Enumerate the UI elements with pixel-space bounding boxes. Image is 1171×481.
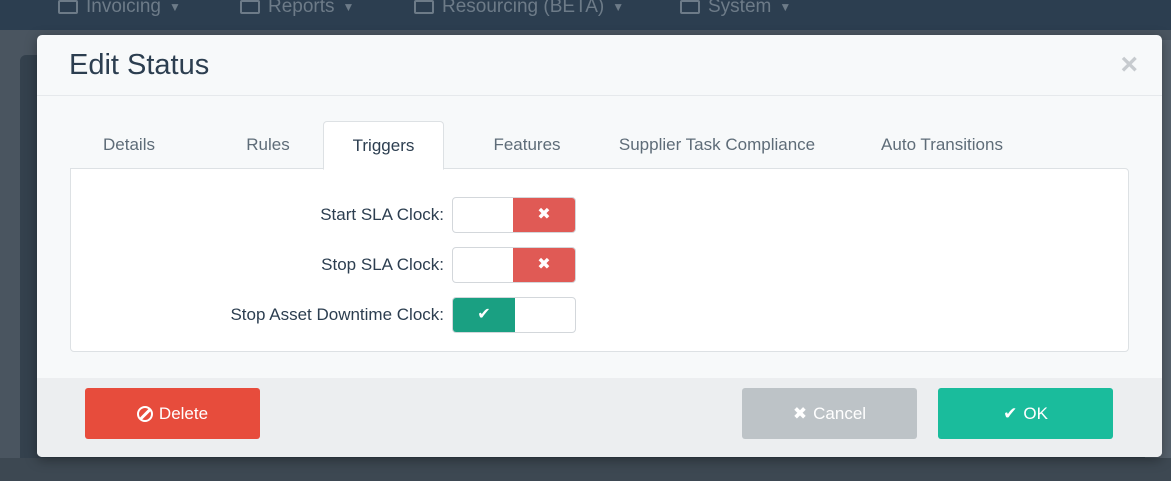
tab-triggers[interactable]: Triggers [323, 121, 444, 170]
stop-asset-downtime-clock-toggle[interactable]: ✔ [452, 297, 576, 333]
delete-button-label: Delete [158, 403, 209, 423]
stop-asset-downtime-clock-label: Stop Asset Downtime Clock: [230, 305, 444, 324]
nav-invoicing-label: Invoicing [86, 0, 161, 17]
trigger-row-start-sla: Start SLA Clock: ✖ [71, 197, 1128, 233]
nav-invoicing[interactable]: Invoicing ▼ [58, 0, 181, 18]
caret-down-icon: ▼ [779, 0, 792, 14]
triggers-panel: Start SLA Clock: ✖ Stop SLA Clock: ✖ Sto… [70, 168, 1129, 352]
stop-sla-clock-label: Stop SLA Clock: [321, 255, 444, 274]
nav-reports-label: Reports [268, 0, 335, 17]
invoice-icon [58, 0, 78, 14]
tab-features[interactable]: Features [457, 121, 597, 170]
tab-bar: Details Rules Triggers Features Supplier… [70, 121, 1130, 170]
x-icon: ✖ [792, 403, 808, 423]
ban-icon [136, 405, 153, 422]
top-navigation: Invoicing ▼ Reports ▼ Resourcing (BETA) … [0, 0, 1171, 30]
caret-down-icon: ▼ [612, 0, 625, 14]
tab-rules[interactable]: Rules [218, 121, 318, 170]
nav-system-label: System [708, 0, 772, 17]
nav-resourcing-label: Resourcing (BETA) [442, 0, 605, 17]
trigger-row-stop-sla: Stop SLA Clock: ✖ [71, 247, 1128, 283]
close-icon[interactable]: × [1120, 49, 1138, 81]
cancel-button-label: Cancel [813, 403, 867, 423]
tab-supplier-task-compliance[interactable]: Supplier Task Compliance [597, 121, 837, 170]
start-sla-clock-label: Start SLA Clock: [320, 205, 444, 224]
edit-status-modal: Edit Status × Details Rules Triggers Fea… [37, 35, 1162, 457]
ok-button[interactable]: ✔ OK [938, 388, 1113, 439]
nav-reports[interactable]: Reports ▼ [240, 0, 354, 18]
check-icon: ✔ [1003, 403, 1018, 423]
x-icon: ✖ [513, 198, 575, 232]
cancel-button[interactable]: ✖ Cancel [742, 388, 917, 439]
nav-resourcing[interactable]: Resourcing (BETA) ▼ [414, 0, 624, 18]
tab-details[interactable]: Details [70, 121, 188, 170]
monitor-icon [680, 0, 700, 14]
caret-down-icon: ▼ [169, 0, 181, 14]
ok-button-label: OK [1023, 403, 1048, 423]
caret-down-icon: ▼ [342, 0, 355, 14]
modal-footer: Delete ✖ Cancel ✔ OK [37, 378, 1162, 457]
delete-button[interactable]: Delete [85, 388, 260, 439]
modal-title: Edit Status [69, 49, 210, 81]
nav-system[interactable]: System ▼ [680, 0, 791, 18]
modal-header: Edit Status × [37, 35, 1162, 96]
wrench-icon [414, 0, 434, 14]
tab-auto-transitions[interactable]: Auto Transitions [857, 121, 1027, 170]
trigger-row-stop-asset-downtime: Stop Asset Downtime Clock: ✔ [71, 297, 1128, 333]
check-icon: ✔ [453, 298, 515, 332]
stop-sla-clock-toggle[interactable]: ✖ [452, 247, 576, 283]
chart-icon [240, 0, 260, 14]
start-sla-clock-toggle[interactable]: ✖ [452, 197, 576, 233]
x-icon: ✖ [513, 248, 575, 282]
background-footer [0, 458, 1171, 481]
